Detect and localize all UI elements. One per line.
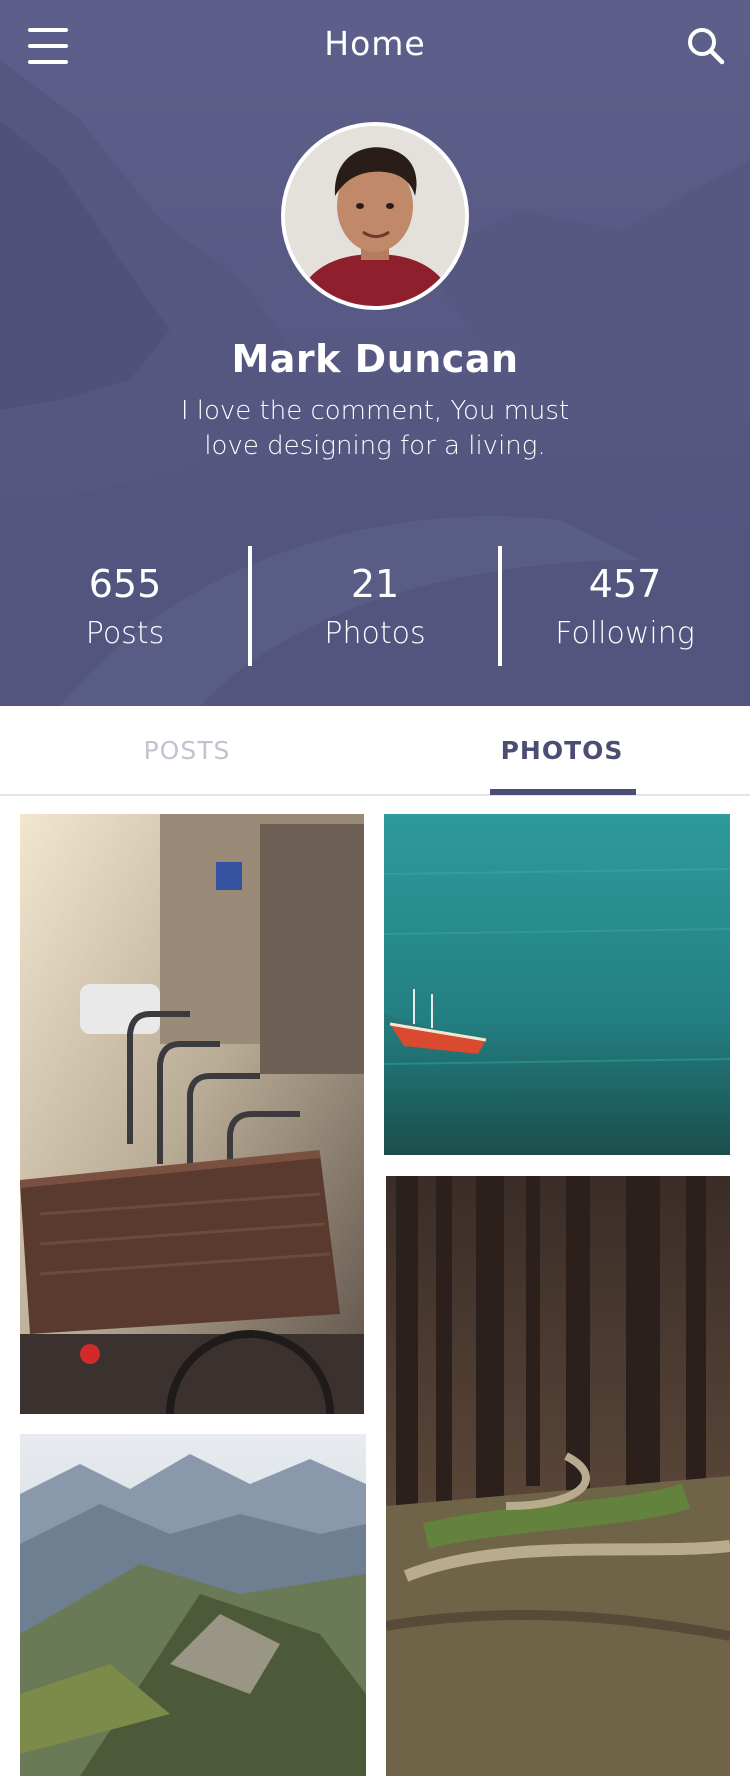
content-tabs: POSTS PHOTOS	[0, 706, 750, 796]
photo-mountains[interactable]	[20, 1434, 366, 1776]
stat-photos-label: Photos	[324, 616, 426, 651]
profile-bio: I love the comment, You must love design…	[180, 396, 570, 461]
photo-bicycles[interactable]	[20, 814, 364, 1414]
page-title: Home	[324, 24, 426, 63]
stat-posts[interactable]: 655 Posts	[0, 546, 250, 654]
stat-photos[interactable]: 21 Photos	[250, 546, 500, 654]
stat-posts-label: Posts	[85, 616, 165, 651]
stat-photos-value: 21	[350, 562, 400, 606]
top-bar: Home	[0, 0, 750, 92]
stat-posts-value: 655	[88, 562, 162, 606]
stat-following-value: 457	[588, 562, 662, 606]
photo-boat[interactable]	[384, 814, 730, 1155]
stat-following-label: Following	[555, 616, 695, 651]
tab-posts[interactable]: POSTS	[37, 706, 337, 796]
profile-header: Home Mark Duncan I love the comment, You…	[0, 0, 750, 706]
profile-stats: 655 Posts 21 Photos 457 Following	[0, 546, 750, 666]
avatar[interactable]	[281, 122, 469, 310]
photo-forest[interactable]	[386, 1176, 730, 1776]
active-tab-indicator	[490, 789, 636, 795]
stat-following[interactable]: 457 Following	[500, 546, 750, 654]
tab-photos[interactable]: PHOTOS	[412, 706, 712, 796]
search-icon[interactable]	[686, 26, 726, 66]
profile-name: Mark Duncan	[231, 337, 519, 381]
